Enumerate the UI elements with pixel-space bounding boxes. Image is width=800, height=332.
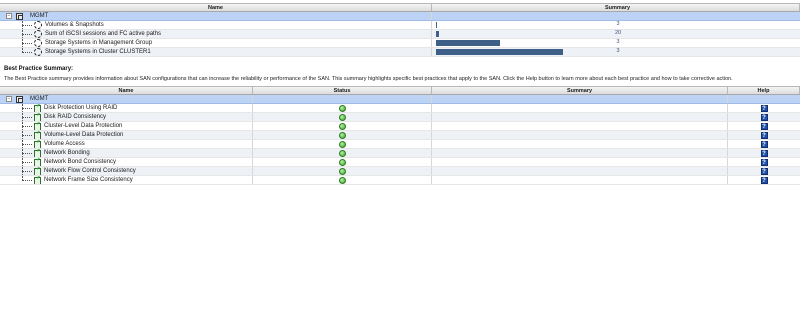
row-label: Sum of iSCSI sessions and FC active path… <box>45 31 162 37</box>
status-ok-icon <box>338 122 346 130</box>
table-row[interactable]: Storage Systems in Management Group 3 <box>0 39 800 48</box>
row-label: Disk RAID Consistency <box>44 114 107 120</box>
bar-value: 3 <box>616 48 620 54</box>
help-icon[interactable]: ? <box>760 131 768 139</box>
management-group-icon <box>16 12 23 20</box>
summary-bar: 20 <box>436 30 666 37</box>
table-row[interactable]: Volumes & Snapshots 3 <box>0 21 800 30</box>
status-ok-icon <box>338 140 346 148</box>
bar-value: 20 <box>614 30 622 36</box>
column-header-summary[interactable]: Summary <box>432 87 728 94</box>
best-practice-check-icon <box>34 176 42 184</box>
row-label: Network Flow Control Consistency <box>44 168 136 174</box>
help-icon[interactable]: ? <box>760 149 768 157</box>
table-row[interactable]: Network Bonding? <box>0 149 800 158</box>
row-label: Disk Protection Using RAID <box>44 105 118 111</box>
help-icon[interactable]: ? <box>760 158 768 166</box>
summary-table: Name Summary − MGMT Volumes & Snapshots 3… <box>0 3 800 57</box>
best-practice-table-header: Name Status Summary Help <box>0 86 800 95</box>
summary-bar: 3 <box>436 48 666 55</box>
section-title: Best Practice Summary: <box>4 66 74 72</box>
summary-table-header: Name Summary <box>0 3 800 12</box>
table-row[interactable]: Network Bond Consistency? <box>0 158 800 167</box>
tree-root-row[interactable]: − MGMT <box>0 12 800 21</box>
table-row[interactable]: Network Frame Size Consistency? <box>0 176 800 185</box>
help-icon[interactable]: ? <box>760 104 768 112</box>
table-row[interactable]: Volume-Level Data Protection? <box>0 131 800 140</box>
column-header-name[interactable]: Name <box>0 4 432 11</box>
help-icon[interactable]: ? <box>760 176 768 184</box>
best-practice-check-icon <box>34 140 42 148</box>
bar-value: 3 <box>616 39 620 45</box>
summary-bar: 3 <box>436 39 666 46</box>
root-label: MGMT <box>30 13 49 19</box>
table-row[interactable]: Volume Access? <box>0 140 800 149</box>
tree-connector <box>20 30 38 38</box>
tree-connector <box>20 21 38 29</box>
summary-bar: 3 <box>436 21 666 28</box>
management-group-icon <box>16 95 23 103</box>
table-row[interactable]: Storage Systems in Cluster CLUSTER1 3 <box>0 48 800 57</box>
table-row[interactable]: Sum of iSCSI sessions and FC active path… <box>0 30 800 39</box>
status-ok-icon <box>338 104 346 112</box>
tree-root-row[interactable]: − MGMT <box>0 95 800 104</box>
section-description: The Best Practice summary provides infor… <box>4 76 733 82</box>
bar-value: 3 <box>616 21 620 27</box>
column-header-status[interactable]: Status <box>253 87 432 94</box>
row-label: Volume-Level Data Protection <box>44 132 124 138</box>
row-label: Volume Access <box>44 141 85 147</box>
table-row[interactable]: Disk Protection Using RAID? <box>0 104 800 113</box>
status-ok-icon <box>338 176 346 184</box>
best-practice-check-icon <box>34 167 42 175</box>
row-label: Storage Systems in Management Group <box>45 40 153 46</box>
help-icon[interactable]: ? <box>760 140 768 148</box>
tree-connector <box>20 39 38 47</box>
help-icon[interactable]: ? <box>760 167 768 175</box>
best-practice-table: Name Status Summary Help − MGMT Disk Pro… <box>0 86 800 185</box>
best-practice-check-icon <box>34 158 42 166</box>
table-row[interactable]: Cluster-Level Data Protection? <box>0 122 800 131</box>
help-icon[interactable]: ? <box>760 113 768 121</box>
row-label: Volumes & Snapshots <box>45 22 104 28</box>
column-header-help[interactable]: Help <box>728 87 800 94</box>
best-practice-check-icon <box>34 104 42 112</box>
status-ok-icon <box>338 167 346 175</box>
row-label: Storage Systems in Cluster CLUSTER1 <box>45 49 151 55</box>
status-ok-icon <box>338 149 346 157</box>
status-ok-icon <box>338 158 346 166</box>
column-header-summary[interactable]: Summary <box>432 4 800 11</box>
help-icon[interactable]: ? <box>760 122 768 130</box>
table-row[interactable]: Network Flow Control Consistency? <box>0 167 800 176</box>
best-practice-check-icon <box>34 131 42 139</box>
root-label: MGMT <box>30 96 49 102</box>
row-label: Network Frame Size Consistency <box>44 177 133 183</box>
status-ok-icon <box>338 113 346 121</box>
collapse-icon[interactable]: − <box>6 13 12 19</box>
row-label: Network Bond Consistency <box>44 159 117 165</box>
status-ok-icon <box>338 131 346 139</box>
best-practice-check-icon <box>34 122 42 130</box>
tree-connector <box>20 48 38 56</box>
column-header-name[interactable]: Name <box>0 87 253 94</box>
collapse-icon[interactable]: − <box>6 96 12 102</box>
row-label: Network Bonding <box>44 150 90 156</box>
table-row[interactable]: Disk RAID Consistency? <box>0 113 800 122</box>
best-practice-check-icon <box>34 113 42 121</box>
best-practice-check-icon <box>34 149 42 157</box>
row-label: Cluster-Level Data Protection <box>44 123 123 129</box>
